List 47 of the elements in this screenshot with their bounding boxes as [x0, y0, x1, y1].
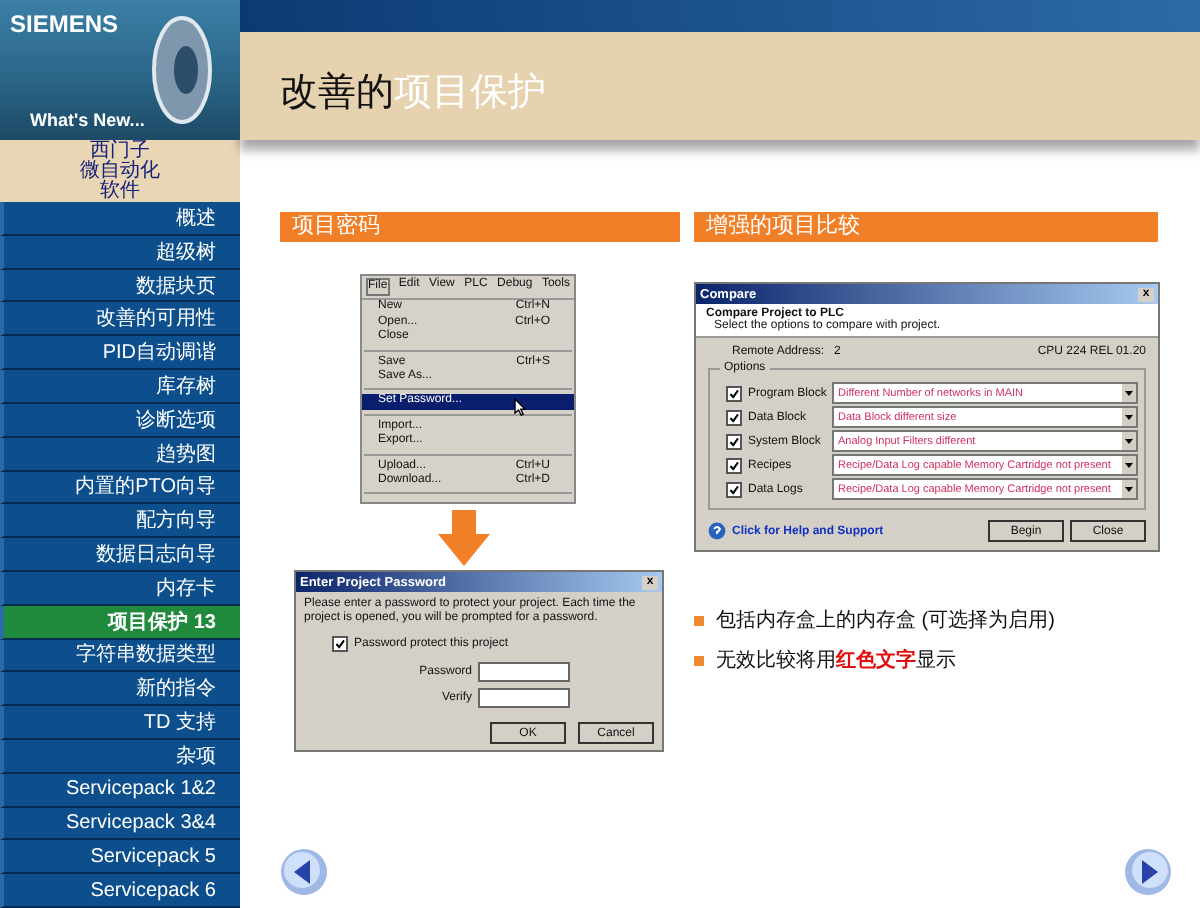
bullet-text: 包括内存盒上的内存盒 (可选择为启用): [716, 607, 1055, 634]
section-heading: 项目密码: [280, 212, 680, 242]
nav-item[interactable]: 新的指令: [0, 672, 240, 707]
brand-logo: SIEMENS: [10, 10, 119, 38]
tagline: What's New...: [30, 110, 145, 130]
nav-item[interactable]: 项目保护 13: [0, 605, 240, 640]
caption-line: 软件: [100, 182, 140, 202]
checkbox[interactable]: [332, 636, 348, 653]
nav-item[interactable]: 配方向导: [0, 504, 240, 539]
nav-item[interactable]: 诊断选项: [0, 403, 240, 438]
nav-item[interactable]: 超级树: [0, 235, 240, 270]
password-field[interactable]: [478, 688, 570, 709]
next-button[interactable]: [1124, 848, 1172, 896]
help-icon: [708, 522, 726, 540]
checkbox[interactable]: [726, 385, 742, 401]
nav-item[interactable]: Servicepack 5: [0, 840, 240, 875]
checkbox[interactable]: [726, 409, 742, 425]
nav-item[interactable]: 改善的可用性: [0, 302, 240, 337]
nav-item[interactable]: 内存卡: [0, 571, 240, 606]
nav-item[interactable]: TD 支持: [0, 706, 240, 740]
down-arrow-icon: [438, 510, 490, 567]
bullet-square: [694, 655, 704, 665]
nav-item[interactable]: 库存树: [0, 370, 240, 404]
checkbox[interactable]: [726, 433, 742, 449]
nav-item[interactable]: 趋势图: [0, 437, 240, 471]
nav-item[interactable]: Servicepack 6: [0, 874, 240, 908]
nav-item[interactable]: 概述: [0, 202, 240, 236]
caption-line: 西门子: [90, 142, 150, 162]
nav-item[interactable]: 数据块页: [0, 269, 240, 303]
check-icon: [334, 638, 346, 651]
nav-item[interactable]: PID自动调谐: [0, 336, 240, 371]
pointer-icon: [514, 398, 526, 417]
page-title: 改善的项目保护: [280, 68, 546, 118]
nav-item[interactable]: 字符串数据类型: [0, 639, 240, 673]
password-field[interactable]: [478, 662, 570, 683]
checkbox[interactable]: [726, 481, 742, 497]
nav-item[interactable]: 内置的PTO向导: [0, 471, 240, 505]
checkbox[interactable]: [726, 457, 742, 473]
nav-item[interactable]: Servicepack 1&2: [0, 773, 240, 808]
caption-line: 微自动化: [80, 162, 160, 182]
bullet-square: [694, 615, 704, 625]
nav-item[interactable]: 数据日志向导: [0, 538, 240, 572]
previous-button[interactable]: [280, 848, 328, 896]
nav-item[interactable]: Servicepack 3&4: [0, 807, 240, 841]
nav-item[interactable]: 杂项: [0, 740, 240, 774]
bullet-text: 无效比较将用红色文字显示: [716, 646, 956, 674]
section-heading: 增强的项目比较: [694, 212, 1158, 242]
